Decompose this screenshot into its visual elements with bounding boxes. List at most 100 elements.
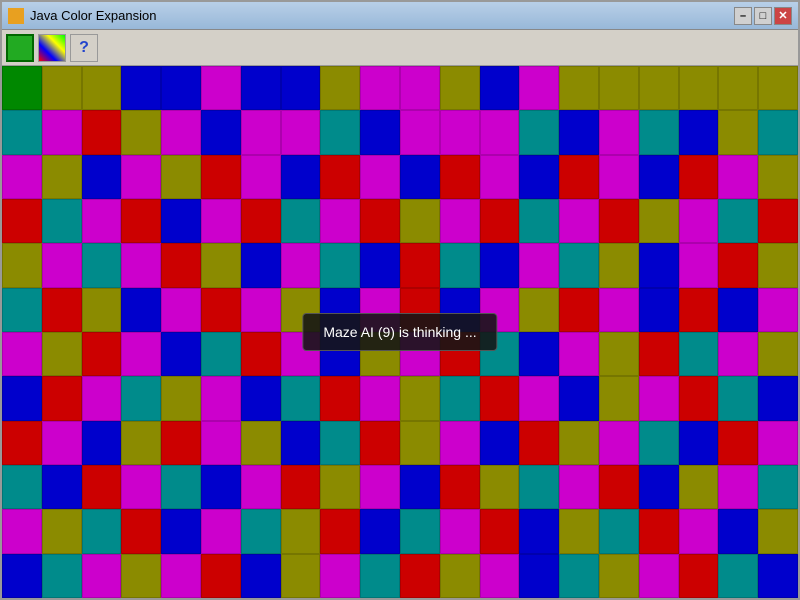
grid-cell[interactable] (2, 465, 42, 509)
grid-cell[interactable] (2, 155, 42, 199)
grid-cell[interactable] (241, 243, 281, 287)
grid-cell[interactable] (718, 155, 758, 199)
grid-cell[interactable] (121, 199, 161, 243)
grid-cell[interactable] (360, 66, 400, 110)
grid-cell[interactable] (519, 421, 559, 465)
grid-cell[interactable] (42, 155, 82, 199)
grid-cell[interactable] (82, 332, 122, 376)
grid-cell[interactable] (201, 199, 241, 243)
grid-cell[interactable] (201, 155, 241, 199)
grid-cell[interactable] (320, 110, 360, 154)
grid-cell[interactable] (161, 421, 201, 465)
grid-cell[interactable] (758, 421, 798, 465)
grid-cell[interactable] (639, 509, 679, 553)
grid-cell[interactable] (758, 465, 798, 509)
grid-cell[interactable] (480, 376, 520, 420)
grid-cell[interactable] (161, 110, 201, 154)
grid-cell[interactable] (559, 243, 599, 287)
grid-cell[interactable] (400, 66, 440, 110)
grid-cell[interactable] (559, 288, 599, 332)
grid-cell[interactable] (82, 465, 122, 509)
grid-cell[interactable] (519, 554, 559, 598)
grid-cell[interactable] (201, 110, 241, 154)
color-button[interactable] (38, 34, 66, 62)
grid-cell[interactable] (241, 554, 281, 598)
maximize-button[interactable]: □ (754, 7, 772, 25)
grid-cell[interactable] (201, 554, 241, 598)
grid-cell[interactable] (241, 288, 281, 332)
grid-cell[interactable] (440, 509, 480, 553)
grid-cell[interactable] (758, 509, 798, 553)
grid-cell[interactable] (718, 465, 758, 509)
grid-cell[interactable] (82, 554, 122, 598)
grid-cell[interactable] (599, 554, 639, 598)
grid-cell[interactable] (281, 155, 321, 199)
grid-cell[interactable] (639, 465, 679, 509)
grid-cell[interactable] (400, 421, 440, 465)
grid-cell[interactable] (559, 66, 599, 110)
grid-cell[interactable] (42, 110, 82, 154)
grid-cell[interactable] (360, 554, 400, 598)
grid-cell[interactable] (519, 288, 559, 332)
grid-cell[interactable] (400, 376, 440, 420)
grid-cell[interactable] (718, 421, 758, 465)
grid-cell[interactable] (679, 155, 719, 199)
grid-cell[interactable] (320, 155, 360, 199)
grid-cell[interactable] (42, 243, 82, 287)
grid-cell[interactable] (559, 509, 599, 553)
grid-cell[interactable] (639, 332, 679, 376)
grid-cell[interactable] (82, 509, 122, 553)
grid-cell[interactable] (161, 509, 201, 553)
grid-cell[interactable] (241, 66, 281, 110)
grid-cell[interactable] (559, 421, 599, 465)
grid-cell[interactable] (121, 465, 161, 509)
grid-cell[interactable] (599, 199, 639, 243)
grid-cell[interactable] (718, 199, 758, 243)
grid-cell[interactable] (599, 421, 639, 465)
grid-cell[interactable] (639, 199, 679, 243)
grid-cell[interactable] (42, 332, 82, 376)
grid-cell[interactable] (201, 421, 241, 465)
grid-cell[interactable] (679, 421, 719, 465)
grid-cell[interactable] (519, 243, 559, 287)
grid-cell[interactable] (161, 465, 201, 509)
grid-cell[interactable] (758, 66, 798, 110)
grid-cell[interactable] (241, 199, 281, 243)
grid-cell[interactable] (121, 66, 161, 110)
grid-cell[interactable] (82, 243, 122, 287)
grid-cell[interactable] (679, 288, 719, 332)
grid-cell[interactable] (2, 110, 42, 154)
grid-cell[interactable] (42, 554, 82, 598)
grid-cell[interactable] (718, 376, 758, 420)
grid-cell[interactable] (599, 110, 639, 154)
grid-cell[interactable] (201, 288, 241, 332)
grid-cell[interactable] (121, 243, 161, 287)
grid-cell[interactable] (241, 376, 281, 420)
grid-cell[interactable] (440, 243, 480, 287)
grid-cell[interactable] (161, 243, 201, 287)
grid-cell[interactable] (559, 465, 599, 509)
grid-cell[interactable] (201, 66, 241, 110)
grid-cell[interactable] (599, 509, 639, 553)
grid-cell[interactable] (679, 376, 719, 420)
grid-cell[interactable] (758, 376, 798, 420)
grid-cell[interactable] (241, 509, 281, 553)
grid-cell[interactable] (42, 421, 82, 465)
grid-cell[interactable] (161, 554, 201, 598)
grid-cell[interactable] (121, 288, 161, 332)
grid-cell[interactable] (599, 376, 639, 420)
grid-cell[interactable] (82, 288, 122, 332)
grid-cell[interactable] (2, 288, 42, 332)
grid-cell[interactable] (161, 66, 201, 110)
grid-cell[interactable] (2, 199, 42, 243)
grid-cell[interactable] (519, 199, 559, 243)
grid-cell[interactable] (639, 376, 679, 420)
grid-cell[interactable] (400, 199, 440, 243)
grid-cell[interactable] (758, 332, 798, 376)
grid-cell[interactable] (480, 465, 520, 509)
grid-cell[interactable] (679, 110, 719, 154)
grid-cell[interactable] (241, 155, 281, 199)
grid-cell[interactable] (201, 465, 241, 509)
grid-cell[interactable] (559, 554, 599, 598)
grid-cell[interactable] (360, 243, 400, 287)
